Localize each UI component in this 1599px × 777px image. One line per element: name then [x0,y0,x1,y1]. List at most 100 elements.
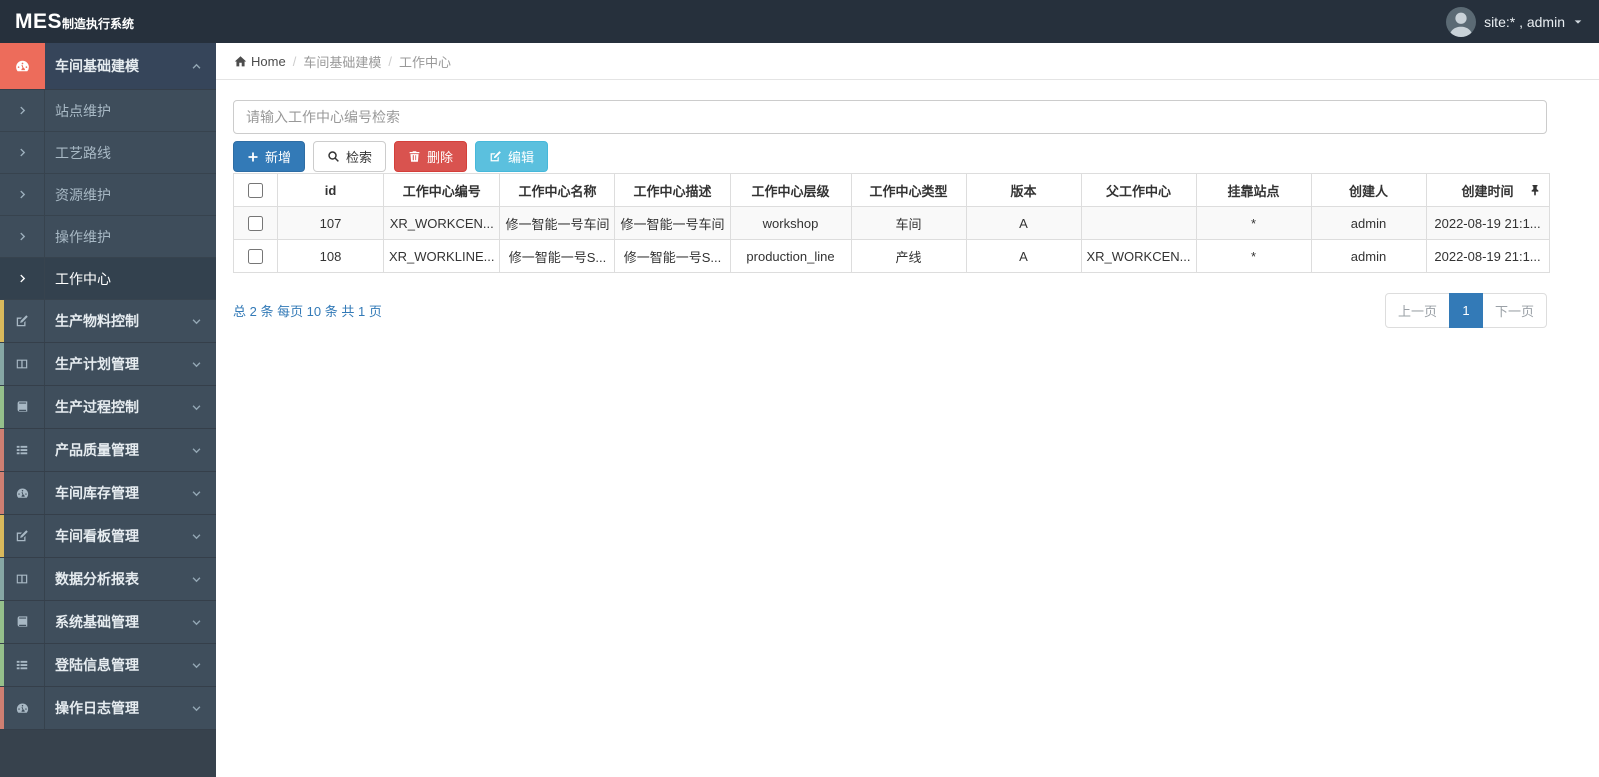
sidebar-group-production-plan-management[interactable]: 生产计划管理 [0,343,216,386]
breadcrumb-separator [388,54,392,69]
top-header: MES制造执行系统 site:* , admin [0,0,1599,43]
sidebar-group-operation-log-management[interactable]: 操作日志管理 [0,687,216,730]
table-cell: admin [1310,239,1427,273]
trash-icon [408,150,421,163]
sidebar: 车间基础建模 站点维护 工艺路线资源维护操作维护工作中心 生产物料控制 生产计划管理… [0,43,216,777]
delete-button[interactable]: 删除 [394,141,468,172]
search-input[interactable] [233,100,1547,134]
column-header[interactable]: 工作中心名称 [499,173,616,207]
column-header-label: 创建人 [1349,183,1389,199]
group-accent-strip [0,687,4,729]
column-header-label: 工作中心类型 [869,183,948,199]
table-row: 107 XR_WORKCEN... 修一智能一号车间 修一智能一号车间 workshop… [233,206,1550,240]
sidebar-subitem-label: 工作中心 [55,270,111,287]
select-all-header-cell [233,173,278,207]
select-all-checkbox[interactable] [248,183,263,199]
group-accent-strip [0,644,4,686]
brand-name: MES [15,9,63,33]
column-header-label: 工作中心编号 [402,183,481,199]
add-button[interactable]: 新增 [233,141,306,172]
main-area: Home 车间基础建模 工作中心 新增 检索 [216,43,1599,777]
sidebar-group-login-info-management[interactable]: 登陆信息管理 [0,644,216,687]
dashboard-icon [0,43,45,89]
sidebar-subitem-label: 操作维护 [55,228,111,245]
toolbar: 新增 检索 删除 编辑 [233,141,1599,172]
sidebar-subitem-site-maintenance[interactable]: 站点维护 [0,90,216,132]
group-accent-strip [0,515,4,557]
page-1-button[interactable]: 1 [1448,293,1483,328]
chevron-down-icon [191,472,216,514]
sidebar-submenu: 站点维护 工艺路线资源维护操作维护工作中心 [0,90,216,300]
dashboard-icon [0,687,45,729]
sidebar-subitem-process-route[interactable]: 工艺路线 [0,132,216,174]
column-header[interactable]: 工作中心编号 [382,173,501,207]
group-accent-strip [0,386,4,428]
sidebar-group-system-basic-management[interactable]: 系统基础管理 [0,601,216,644]
pin-icon[interactable] [1530,184,1540,196]
breadcrumb-item-parent[interactable]: 车间基础建模 [303,52,381,71]
sidebar-group-production-process-control[interactable]: 生产过程控制 [0,386,216,429]
book-icon [0,601,45,643]
sidebar-group-product-quality-management[interactable]: 产品质量管理 [0,429,216,472]
chevron-down-icon [191,515,216,557]
edit-icon [0,300,45,342]
table-cell: XR_WORKLINE... [382,239,501,273]
sidebar-group-workshop-basic-modeling[interactable]: 车间基础建模 [0,43,216,90]
row-checkbox[interactable] [248,216,263,232]
column-header-label: 父工作中心 [1106,183,1172,199]
column-header[interactable]: 挂靠站点 [1195,173,1312,207]
chevron-down-icon [191,343,216,385]
sidebar-group-workshop-inventory-management[interactable]: 车间库存管理 [0,472,216,515]
work-center-table: id 工作中心编号 工作中心名称 工作中心描述 工作中心层级 工作中心类型 版本 父工作中心 挂… [233,173,1550,273]
search-button[interactable]: 检索 [313,141,387,172]
column-header[interactable]: id [277,173,384,207]
breadcrumb-home[interactable]: Home [234,54,286,69]
breadcrumb: Home 车间基础建模 工作中心 [216,43,1599,80]
sidebar-group-production-material-control[interactable]: 生产物料控制 [0,300,216,343]
column-header[interactable]: 工作中心类型 [850,173,967,207]
column-header[interactable]: 父工作中心 [1080,173,1197,207]
sidebar-subitem-resource-maintenance[interactable]: 资源维护 [0,174,216,216]
table-cell [1080,206,1197,240]
sidebar-subitem-operation-maintenance[interactable]: 操作维护 [0,216,216,258]
record-summary[interactable]: 总 2 条 每页 10 条 共 1 页 [233,301,382,320]
column-header[interactable]: 创建时间 [1425,173,1550,207]
column-header-label: id [324,182,337,198]
chevron-down-icon [191,300,216,342]
column-header-label: 挂靠站点 [1227,183,1280,199]
search-icon [327,150,340,163]
sidebar-group-workshop-kanban-management[interactable]: 车间看板管理 [0,515,216,558]
user-menu[interactable]: site:* , admin [1446,6,1599,37]
sidebar-groups: 生产物料控制 生产计划管理 生产过程控制 产品质量管理 车间库存管理 车间看板管理 数据分析… [0,300,216,730]
group-accent-strip [0,558,4,600]
table-cell: 修一智能一号S... [614,239,731,273]
table-cell: 车间 [850,206,967,240]
chevron-down-icon [191,644,216,686]
table-cell: 产线 [850,239,967,273]
row-checkbox[interactable] [248,249,263,265]
group-accent-strip [0,343,4,385]
sidebar-subitem-label: 资源维护 [55,186,111,203]
table-row: 108 XR_WORKLINE... 修一智能一号S... 修一智能一号S... pro… [233,239,1550,273]
prev-page-button[interactable]: 上一页 [1384,293,1450,328]
column-header[interactable]: 版本 [965,173,1082,207]
plus-icon [247,151,259,163]
sidebar-group-data-analysis-report[interactable]: 数据分析报表 [0,558,216,601]
group-accent-strip [0,300,4,342]
table-cell: XR_WORKCEN... [1080,239,1197,273]
book-icon [0,386,45,428]
column-header[interactable]: 工作中心层级 [729,173,852,207]
column-header[interactable]: 创建人 [1310,173,1427,207]
column-header[interactable]: 工作中心描述 [614,173,731,207]
delete-button-label: 删除 [427,150,454,165]
edit-button[interactable]: 编辑 [475,141,549,172]
chevron-down-icon [191,558,216,600]
sidebar-subitem-work-center[interactable]: 工作中心 [0,258,216,300]
table-cell: A [965,206,1082,240]
search-button-label: 检索 [346,150,373,165]
app-logo[interactable]: MES制造执行系统 [0,10,216,34]
row-select-cell [233,239,278,273]
dashboard-icon [0,472,45,514]
content: 新增 检索 删除 编辑 id工作 [216,80,1599,328]
next-page-button[interactable]: 下一页 [1481,293,1547,328]
